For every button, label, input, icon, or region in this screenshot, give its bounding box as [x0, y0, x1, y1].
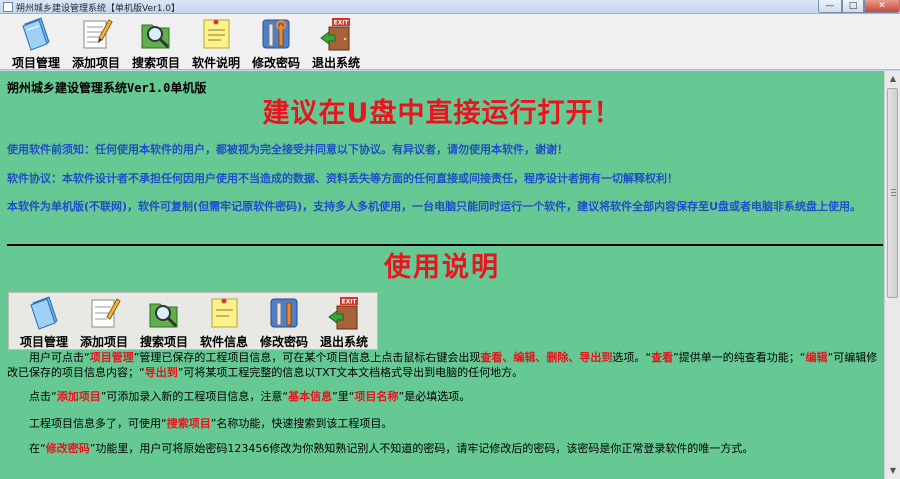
grip-line	[891, 189, 896, 190]
scroll-down-arrow-icon[interactable]: ▼	[885, 463, 900, 479]
shot-item: EXIT 退出系统	[315, 295, 373, 349]
shot-label: 软件信息	[199, 335, 248, 349]
exit-door-icon: EXIT	[328, 297, 358, 330]
shot-item: 修改密码	[255, 295, 313, 349]
scroll-thumb[interactable]	[887, 88, 898, 298]
title-bar: 朔州城乡建设管理系统【单机版Ver1.0】 — □ ✕	[0, 0, 900, 14]
exit-system-button[interactable]: EXIT 退出系统	[306, 16, 366, 70]
close-button[interactable]: ✕	[864, 0, 900, 13]
sticky-note-icon	[203, 19, 230, 49]
maximize-button[interactable]: □	[842, 0, 864, 13]
shot-item: 软件信息	[195, 295, 253, 349]
main-toolbar: 项目管理 添加项目 搜索项目 软件说明 修改密码 EXIT 退出系统	[0, 14, 900, 70]
vertical-scrollbar[interactable]: ▲ ▼	[884, 71, 900, 479]
software-info-button[interactable]: 软件说明	[186, 16, 246, 70]
tools-icon	[262, 19, 290, 49]
usage-paragraph-add-project: 点击“添加项目”可添加录入新的工程项目信息，注意“基本信息”里“项目名称”是必填…	[7, 390, 471, 403]
shot-label: 修改密码	[259, 335, 308, 349]
tools-icon	[270, 298, 298, 328]
folder-search-icon	[149, 303, 178, 328]
toolbar-label: 修改密码	[251, 56, 300, 70]
shot-label: 退出系统	[319, 335, 368, 349]
shot-item: 添加项目	[75, 295, 133, 349]
usage-paragraph-search: 工程项目信息多了，可使用“搜索项目”名称功能，快速搜索到该工程项目。	[7, 417, 393, 430]
exit-door-icon: EXIT	[320, 18, 350, 51]
shot-item: 搜索项目	[135, 295, 193, 349]
usb-warning-heading: 建议在U盘中直接运行打开！	[262, 98, 622, 129]
content-pane: 朔州城乡建设管理系统Ver1.0单机版 建议在U盘中直接运行打开！ 使用软件前须…	[0, 71, 884, 479]
shot-label: 添加项目	[79, 335, 128, 349]
standalone-paragraph: 本软件为单机版(不联网)，软件可复制(但需牢记原软件密码)，支持多人多机使用，一…	[7, 200, 862, 213]
scroll-up-arrow-icon[interactable]: ▲	[885, 71, 900, 87]
grip-line	[891, 195, 896, 196]
toolbar-label: 搜索项目	[131, 56, 180, 70]
toolbar-label: 软件说明	[191, 56, 240, 70]
toolbar-label: 添加项目	[71, 56, 120, 70]
notice-paragraph: 使用软件前须知：任何使用本软件的用户，都被视为完全接受并同意以下协议。有异议者，…	[7, 143, 568, 156]
svg-text:EXIT: EXIT	[333, 20, 349, 27]
minimize-button[interactable]: —	[818, 0, 842, 13]
svg-text:EXIT: EXIT	[341, 299, 357, 306]
folder-search-icon	[141, 24, 170, 49]
search-project-button[interactable]: 搜索项目	[126, 16, 186, 70]
app-icon	[3, 2, 13, 12]
shot-label: 搜索项目	[139, 335, 188, 349]
agreement-paragraph: 软件协议：本软件设计者不承担任何因用户使用不当造成的数据、资料丢失等方面的任何直…	[7, 172, 678, 185]
notebook-icon	[30, 296, 58, 330]
toolbar-label: 项目管理	[11, 56, 60, 70]
usage-paragraph-password: 在“修改密码”功能里，用户可将原始密码123456修改为你熟知熟记别人不知道的密…	[7, 442, 754, 455]
toolbar-illustration: 项目管理 添加项目 搜索项目 软件信息 修改密码 EXIT 退出系统	[8, 292, 378, 350]
notebook-icon	[22, 17, 50, 51]
notepad-pencil-icon	[91, 298, 121, 328]
change-password-button[interactable]: 修改密码	[246, 16, 306, 70]
notepad-pencil-icon	[83, 19, 113, 49]
toolbar-label: 退出系统	[311, 56, 360, 70]
usage-paragraph-project-manage: 用户可点击“项目管理”管理已保存的工程项目信息，可在某个项目信息上点击鼠标右键会…	[7, 351, 878, 379]
add-project-button[interactable]: 添加项目	[66, 16, 126, 70]
project-manage-button[interactable]: 项目管理	[6, 16, 66, 70]
shot-item: 项目管理	[15, 295, 73, 349]
shot-label: 项目管理	[19, 335, 68, 349]
usage-heading: 使用说明	[384, 252, 500, 283]
window-title: 朔州城乡建设管理系统【单机版Ver1.0】	[16, 4, 181, 14]
sticky-note-icon	[211, 298, 238, 328]
grip-line	[891, 192, 896, 193]
